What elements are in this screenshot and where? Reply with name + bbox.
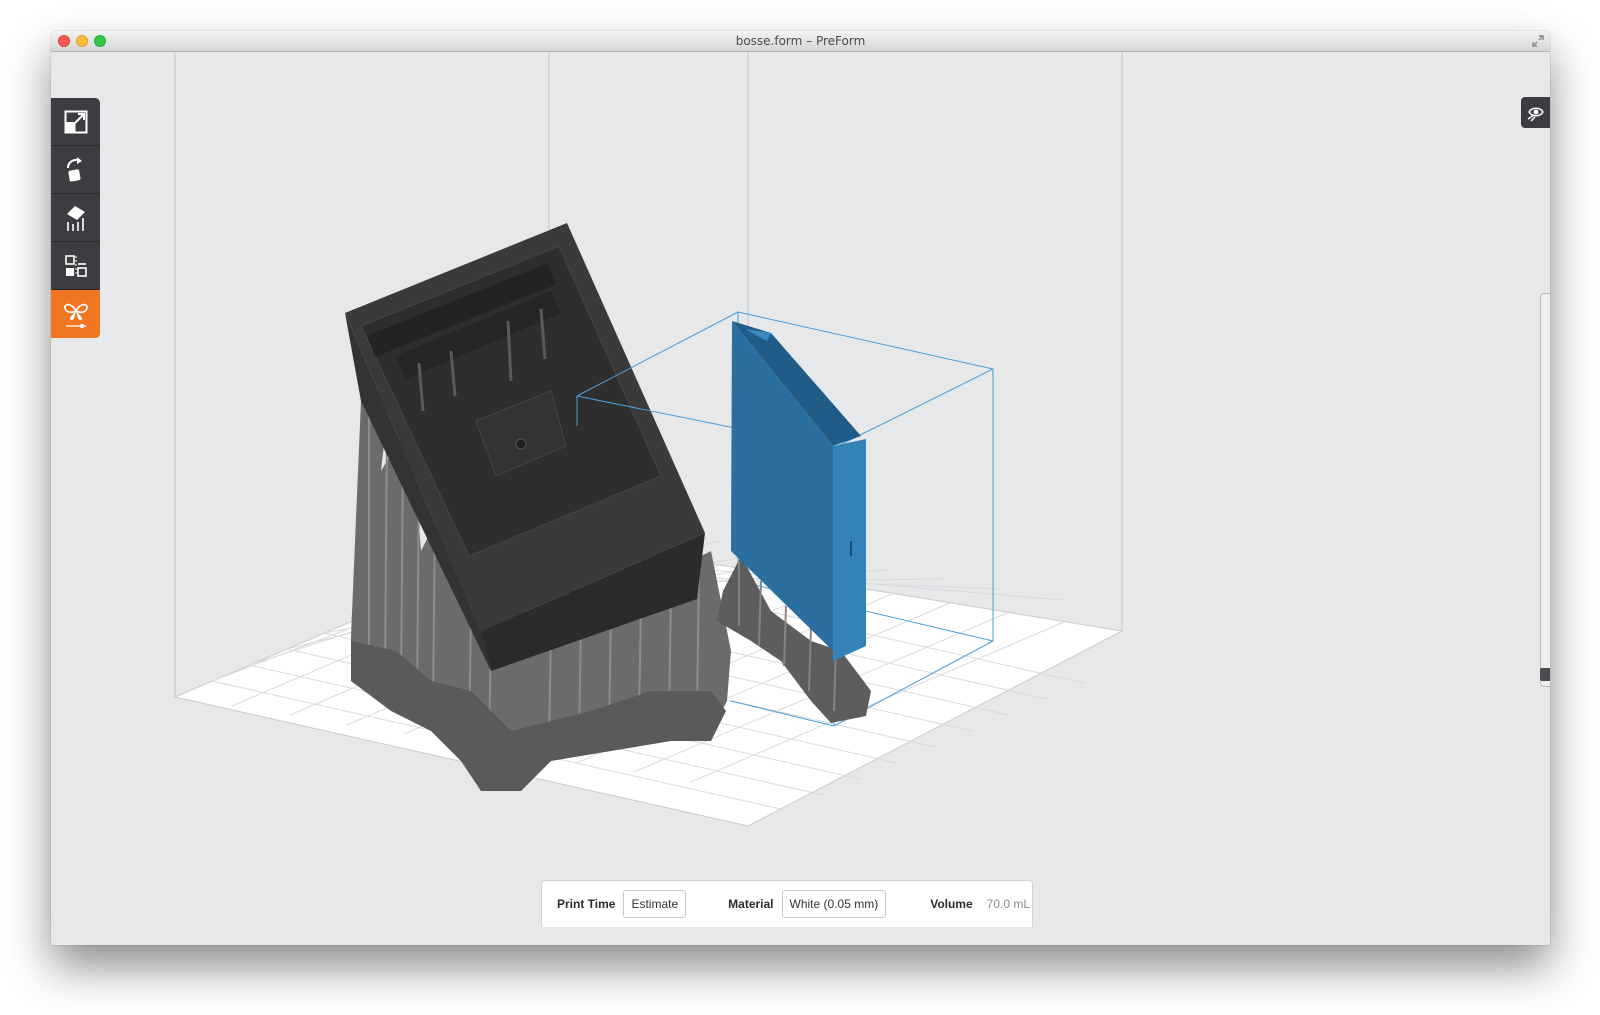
rotate-icon	[66, 156, 82, 181]
title-bar: bosse.form – PreForm	[51, 31, 1550, 52]
tool-sidebar	[51, 98, 100, 338]
volume-label: Volume	[930, 897, 973, 911]
print-time-label: Print Time	[557, 897, 616, 911]
layout-icon	[64, 254, 87, 277]
supports-icon	[66, 205, 85, 231]
print-tool-button[interactable]	[51, 290, 100, 338]
print-info-bar: Print Time Estimate Material White (0.05…	[541, 880, 1033, 927]
app-window: bosse.form – PreForm Print Time Estimate…	[51, 31, 1550, 945]
volume-value: 70.0 mL	[986, 897, 1031, 911]
scale-icon	[64, 110, 87, 133]
butterfly-print-icon	[63, 303, 88, 328]
3d-viewport[interactable]	[51, 51, 1550, 945]
material-label: Material	[728, 897, 774, 911]
layer-slider-track[interactable]	[1540, 293, 1550, 687]
fullscreen-icon[interactable]	[1532, 35, 1544, 47]
scene-canvas[interactable]	[51, 51, 1550, 945]
eye-view-icon	[1527, 107, 1544, 122]
layer-slider-handle[interactable]	[1540, 668, 1550, 681]
supports-tool-button[interactable]	[51, 194, 100, 242]
material-select[interactable]: White (0.05 mm)	[781, 890, 887, 918]
layout-tool-button[interactable]	[51, 242, 100, 290]
view-toggle-button[interactable]	[1521, 97, 1550, 128]
estimate-button[interactable]: Estimate	[623, 890, 687, 918]
window-title: bosse.form – PreForm	[735, 34, 866, 48]
orientation-tool-button[interactable]	[51, 146, 100, 194]
scale-tool-button[interactable]	[51, 98, 100, 146]
